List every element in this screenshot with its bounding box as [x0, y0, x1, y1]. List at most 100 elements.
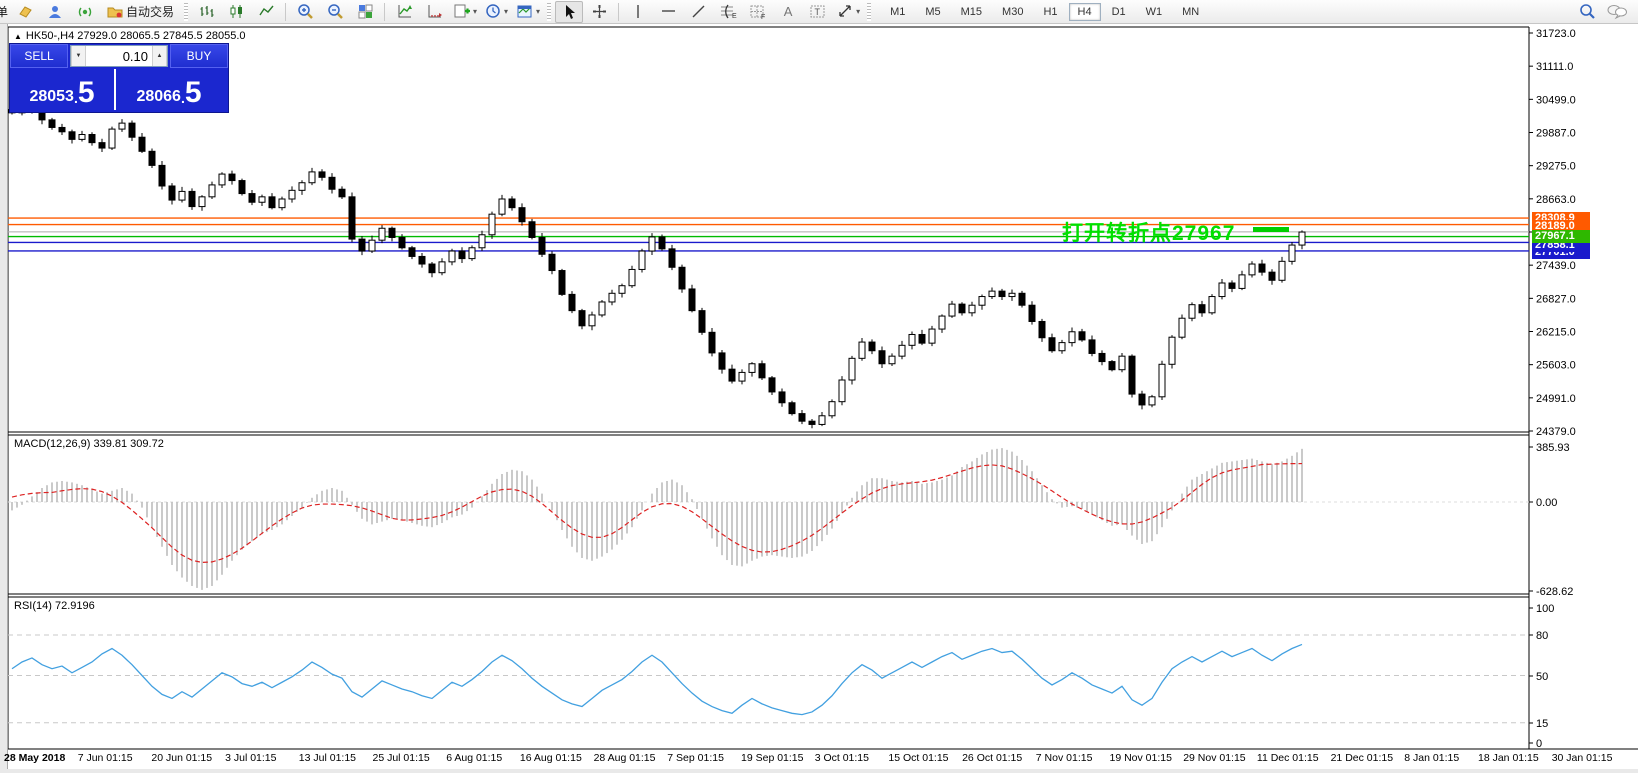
order-text-fragment[interactable]: 单	[0, 3, 10, 20]
time-label: 19 Nov 01:15	[1110, 752, 1172, 764]
price-tick-label: 31111.0	[1536, 61, 1573, 73]
price-tick-label: 27439.0	[1536, 260, 1576, 272]
indicators-icon[interactable]	[390, 1, 418, 23]
price-tick-label: 31723.0	[1536, 28, 1576, 40]
volume-increase-button[interactable]: ▲	[152, 46, 167, 66]
order-icon[interactable]	[11, 1, 39, 23]
macd-tick-label: 0.00	[1536, 497, 1557, 509]
buy-price[interactable]: 28066.5	[116, 69, 222, 110]
template-icon[interactable]: ▾	[513, 1, 543, 23]
macd-tick-label: -628.62	[1536, 586, 1573, 598]
time-label: 18 Jan 01:15	[1478, 752, 1539, 764]
price-tick-label: 28663.0	[1536, 194, 1576, 206]
rsi-tick-label: 100	[1536, 603, 1554, 615]
text-icon[interactable]: A	[774, 1, 802, 23]
time-label: 28 May 2018	[4, 752, 65, 764]
toolbar: 单 自动交易	[0, 0, 1638, 24]
shapes-icon[interactable]: ▾	[834, 1, 863, 23]
toolbar-separator	[618, 3, 619, 21]
line-chart-icon[interactable]	[252, 1, 280, 23]
text-label-icon[interactable]: T	[804, 1, 832, 23]
time-label: 30 Jan 01:15	[1552, 752, 1613, 764]
toolbar-gripper	[867, 3, 871, 21]
macd-label: MACD(12,26,9) 339.81 309.72	[14, 438, 164, 450]
time-axis: 28 May 20187 Jun 01:1520 Jun 01:153 Jul …	[0, 751, 1638, 769]
time-label: 19 Sep 01:15	[741, 752, 803, 764]
chevron-down-icon[interactable]: ▾	[536, 7, 540, 16]
time-label: 3 Jul 01:15	[225, 752, 276, 764]
timeframe-d1[interactable]: D1	[1103, 3, 1135, 21]
bar-chart-icon[interactable]	[192, 1, 220, 23]
buy-price-pips: 5	[185, 79, 202, 107]
chevron-down-icon[interactable]: ▾	[856, 7, 860, 16]
collapse-arrow-icon[interactable]: ▲	[14, 32, 22, 41]
time-label: 8 Jan 01:15	[1404, 752, 1459, 764]
tile-windows-icon[interactable]	[351, 1, 379, 23]
price-tick-label: 30499.0	[1536, 94, 1576, 106]
time-label: 16 Aug 01:15	[520, 752, 582, 764]
chat-icon[interactable]	[1603, 1, 1631, 23]
toolbar-separator	[384, 3, 385, 21]
toolbar-gripper	[184, 3, 188, 21]
time-label: 3 Oct 01:15	[815, 752, 869, 764]
zoom-in-icon[interactable]	[291, 1, 319, 23]
crosshair-icon[interactable]	[585, 1, 613, 23]
sell-price-pips: 5	[78, 79, 95, 107]
time-label: 6 Aug 01:15	[446, 752, 502, 764]
history-icon	[107, 4, 123, 19]
toolbar-gripper	[547, 3, 551, 21]
auto-trading-label: 自动交易	[126, 3, 174, 20]
time-label: 7 Jun 01:15	[78, 752, 133, 764]
rsi-tick-label: 80	[1536, 630, 1548, 642]
periods-clock-icon[interactable]: ▾	[482, 1, 511, 23]
time-label: 15 Oct 01:15	[888, 752, 948, 764]
chevron-down-icon[interactable]: ▾	[504, 7, 508, 16]
trendline-icon[interactable]	[684, 1, 712, 23]
volume-decrease-button[interactable]: ▼	[71, 46, 86, 66]
chart-annotation-text[interactable]: 打开转折点27967	[1062, 217, 1235, 247]
sell-button[interactable]: SELL	[10, 44, 68, 68]
timeframe-h1[interactable]: H1	[1034, 3, 1066, 21]
search-icon[interactable]	[1573, 1, 1601, 23]
community-icon[interactable]	[41, 1, 69, 23]
fibonacci-icon[interactable]: E	[714, 1, 742, 23]
rsi-tick-label: 15	[1536, 718, 1548, 730]
price-tick-label: 26215.0	[1536, 327, 1576, 339]
rsi-label: RSI(14) 72.9196	[14, 600, 95, 612]
auto-trading-button[interactable]: 自动交易	[101, 1, 180, 23]
price-tick-label: 25603.0	[1536, 360, 1576, 372]
one-click-trading-panel: SELL ▼ ▲ BUY 28053.5 28066.5	[10, 44, 228, 112]
candlestick-chart-icon[interactable]	[222, 1, 250, 23]
grid-icon[interactable]: F	[744, 1, 772, 23]
timeframe-m15[interactable]: M15	[952, 3, 991, 21]
scale-icon[interactable]	[420, 1, 448, 23]
timeframe-m30[interactable]: M30	[993, 3, 1032, 21]
timeframe-h4[interactable]: H4	[1069, 3, 1101, 21]
time-label: 7 Sep 01:15	[667, 752, 724, 764]
chart-title: ▲ HK50-,H4 27929.0 28065.5 27845.5 28055.…	[14, 30, 246, 42]
timeframe-w1[interactable]: W1	[1137, 3, 1172, 21]
horizontal-line-icon[interactable]	[654, 1, 682, 23]
vertical-line-icon[interactable]	[624, 1, 652, 23]
time-label: 11 Dec 01:15	[1257, 752, 1319, 764]
symbol-ohlc-text: HK50-,H4 27929.0 28065.5 27845.5 28055.0	[26, 30, 246, 42]
signal-icon[interactable]	[71, 1, 99, 23]
time-label: 7 Nov 01:15	[1036, 752, 1093, 764]
timeframe-mn[interactable]: MN	[1173, 3, 1208, 21]
buy-button[interactable]: BUY	[170, 44, 228, 68]
macd-tick-label: 385.93	[1536, 442, 1570, 454]
rsi-tick-label: 50	[1536, 671, 1548, 683]
zoom-out-icon[interactable]	[321, 1, 349, 23]
svg-text:T: T	[815, 7, 821, 17]
sell-price[interactable]: 28053.5	[10, 69, 116, 110]
new-chart-icon[interactable]: ▾	[450, 1, 480, 23]
timeframe-m1[interactable]: M1	[881, 3, 914, 21]
chart-canvas[interactable]: 31723.031111.030499.029887.029275.028663…	[0, 0, 1638, 773]
green-line-segment[interactable]	[1253, 227, 1289, 232]
mt4-window: 单 自动交易	[0, 0, 1638, 773]
cursor-icon[interactable]	[555, 1, 583, 23]
price-tick-label: 29275.0	[1536, 161, 1576, 173]
timeframe-m5[interactable]: M5	[916, 3, 949, 21]
volume-input[interactable]	[86, 46, 152, 66]
chevron-down-icon[interactable]: ▾	[473, 7, 477, 16]
